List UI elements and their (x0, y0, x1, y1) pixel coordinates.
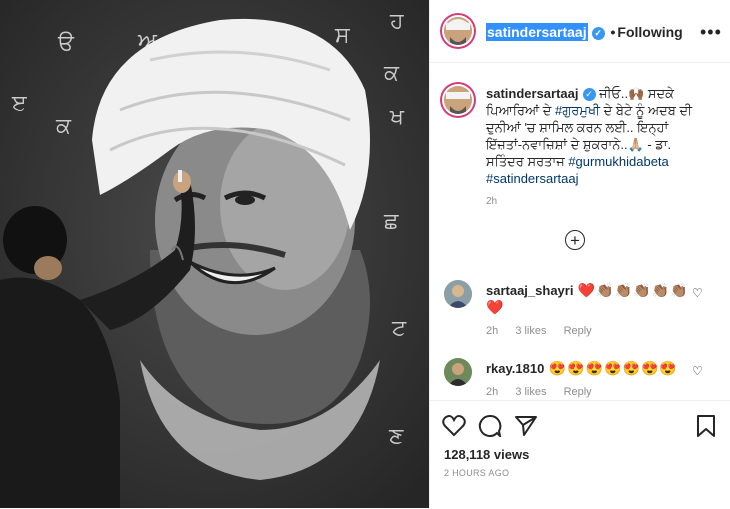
caption-age: 2h (486, 196, 498, 207)
chalk-letter: ਹ (389, 9, 404, 34)
comment-username-link[interactable]: rkay.1810 (486, 361, 544, 376)
paper-plane-icon[interactable] (514, 415, 538, 443)
comment-meta: 2h 3 likes Reply (486, 386, 606, 398)
chalk-letter: ਸ (334, 23, 350, 48)
comment-body: sartaaj_shayri ❤️👏🏽👏🏽👏🏽👏🏽👏🏽 ❤️ (486, 282, 696, 316)
chalk-drawing-illustration: ੳ ਅ ਸ ਹ ਕ ਕ ਖ ਛ ਟ ਣ ੲ (0, 0, 429, 508)
comment-like-heart-icon[interactable]: ♡ (692, 364, 703, 378)
commenter-avatar[interactable] (444, 358, 472, 386)
hashtag-link[interactable]: #gurmukhidabeta (568, 154, 668, 169)
avatar-portrait-icon (444, 358, 472, 386)
comment-age: 2h (486, 325, 499, 337)
header-user-line: satindersartaaj ✓ • Following (486, 23, 683, 41)
commenter-avatar[interactable] (444, 280, 472, 308)
comment-reply-button[interactable]: Reply (564, 325, 592, 337)
chalk-letter: ੲ (11, 91, 27, 116)
post-timestamp[interactable]: 2 HOURS AGO (444, 468, 509, 478)
avatar-portrait-icon (444, 17, 472, 45)
comment-body: rkay.1810 😍😍😍😍😍😍😍 (486, 360, 696, 377)
chalk-letter: ਛ (383, 209, 399, 234)
comment-likes-link[interactable]: 3 likes (515, 386, 546, 398)
comment-like-heart-icon[interactable]: ♡ (692, 286, 703, 300)
post-side-panel: satindersartaaj ✓ • Following ••• satinder… (429, 0, 730, 508)
views-count[interactable]: 128,118 views (444, 447, 529, 462)
post-header: satindersartaaj ✓ • Following ••• (430, 0, 730, 63)
more-dots-icon[interactable]: ••• (700, 22, 722, 43)
chalk-letter: ੳ (57, 31, 75, 56)
comment-username-link[interactable]: sartaaj_shayri (486, 283, 573, 298)
chalk-letter: ਕ (55, 114, 72, 139)
post-caption: satindersartaaj ✓ ਜੀਓ..🙌🏾 ਸਦਕੇ ਪਿਆਰਿਆਂ ਦੇ… (486, 85, 706, 187)
plus-circle-icon[interactable]: + (565, 230, 585, 250)
author-avatar[interactable] (444, 17, 472, 45)
post-media-video[interactable]: ੳ ਅ ਸ ਹ ਕ ਕ ਖ ਛ ਟ ਣ ੲ (0, 0, 429, 508)
post-actions: 128,118 views 2 HOURS AGO (430, 400, 730, 509)
chalk-letter: ਕ (383, 61, 400, 86)
avatar-portrait-icon (444, 280, 472, 308)
comment-reply-button[interactable]: Reply (564, 386, 592, 398)
instagram-post: ੳ ਅ ਸ ਹ ਕ ਕ ਖ ਛ ਟ ਣ ੲ satindersartaaj ✓ … (0, 0, 730, 508)
chalk-letter: ਣ (388, 424, 404, 449)
bookmark-icon[interactable] (696, 415, 716, 443)
hashtag-link[interactable]: #ਗੁਰਮੁਖੀ (555, 103, 600, 118)
following-button[interactable]: Following (617, 24, 682, 40)
comment-icon[interactable] (478, 414, 502, 443)
author-username-link[interactable]: satindersartaaj (486, 23, 588, 41)
heart-icon[interactable] (442, 415, 466, 443)
separator-dot: • (610, 24, 616, 40)
caption-username-link[interactable]: satindersartaaj (486, 86, 579, 101)
verified-badge-icon: ✓ (582, 88, 596, 102)
comment-age: 2h (486, 386, 499, 398)
comment-likes-link[interactable]: 3 likes (515, 325, 546, 337)
chalk-letter: ਖ (389, 105, 405, 130)
verified-badge-icon: ✓ (591, 26, 605, 40)
caption-author-avatar[interactable] (444, 86, 472, 114)
comment-text: 😍😍😍😍😍😍😍 (548, 360, 678, 376)
avatar-portrait-icon (444, 86, 472, 114)
chalk-letter: ਟ (391, 316, 407, 341)
hashtag-link[interactable]: #satindersartaaj (486, 171, 579, 186)
comment-meta: 2h 3 likes Reply (486, 325, 606, 337)
